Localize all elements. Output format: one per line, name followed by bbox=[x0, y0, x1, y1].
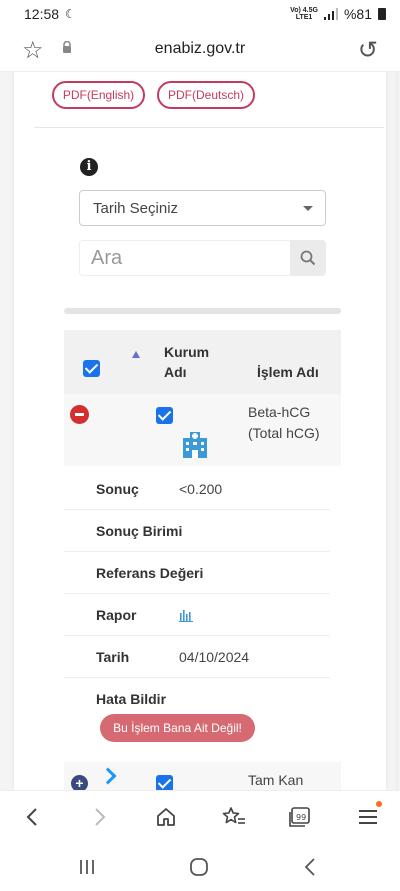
sonuc-label: Sonuç bbox=[96, 481, 139, 497]
not-mine-button[interactable]: Bu İşlem Bana Ait Değil! bbox=[100, 714, 255, 742]
signal-icon bbox=[323, 8, 338, 20]
chevron-left-icon bbox=[26, 808, 37, 826]
tabs-button[interactable]: 99 bbox=[286, 803, 314, 831]
sort-up-icon[interactable] bbox=[132, 351, 140, 358]
tarih-value: 04/10/2024 bbox=[179, 649, 250, 665]
row-name: Beta-hCG (Total hCG) bbox=[248, 404, 320, 441]
divider bbox=[34, 127, 384, 128]
pdf-deutsch-button[interactable]: PDF(Deutsch) bbox=[157, 81, 255, 109]
back-nav-icon[interactable] bbox=[303, 857, 317, 877]
detail-rapor: Rapor bbox=[64, 594, 330, 636]
hata-label: Hata Bildir bbox=[96, 691, 167, 707]
url-domain[interactable]: enabiz.gov.tr bbox=[0, 40, 400, 58]
menu-button[interactable] bbox=[354, 801, 382, 831]
detail-sonuc-birimi: Sonuç Birimi bbox=[64, 510, 330, 552]
battery-percent: %81 bbox=[343, 6, 372, 22]
table-row: + Tam Kan bbox=[64, 762, 341, 790]
caret-down-icon bbox=[303, 206, 313, 211]
header-islem[interactable]: İşlem Adı bbox=[257, 362, 319, 382]
row-checkbox[interactable] bbox=[156, 407, 173, 424]
page-content: PDF(English) PDF(Deutsch) i Tarih Seçini… bbox=[0, 72, 400, 790]
tarih-label: Tarih bbox=[96, 649, 130, 665]
chevron-right-icon bbox=[95, 808, 106, 826]
detail-sonuc: Sonuç <0.200 bbox=[64, 468, 330, 510]
tabs-icon: 99 bbox=[289, 807, 310, 827]
horizontal-scrollbar[interactable] bbox=[64, 308, 341, 314]
search-button[interactable] bbox=[290, 240, 326, 276]
moon-icon: ☾ bbox=[65, 7, 76, 21]
home-button[interactable] bbox=[152, 803, 180, 831]
svg-text:99: 99 bbox=[296, 813, 306, 822]
hamburger-menu-icon bbox=[359, 810, 377, 824]
status-time: 12:58 bbox=[24, 6, 60, 22]
home-icon bbox=[157, 808, 175, 826]
system-navigation-bar bbox=[0, 842, 400, 891]
star-list-icon bbox=[222, 807, 245, 824]
row-checkbox[interactable] bbox=[156, 775, 173, 790]
referans-label: Referans Değeri bbox=[96, 565, 204, 581]
collapse-row-icon[interactable] bbox=[70, 405, 89, 424]
status-right: Vo) 4.5G LTE1 %81 bbox=[290, 6, 386, 22]
table-header: Kurum Adı İşlem Adı bbox=[64, 330, 341, 394]
search-icon bbox=[300, 250, 316, 266]
table-row: Beta-hCG (Total hCG) bbox=[64, 394, 341, 466]
scrollbar[interactable] bbox=[395, 72, 399, 790]
date-select-value: Tarih Seçiniz bbox=[93, 199, 179, 217]
detail-tarih: Tarih 04/10/2024 bbox=[64, 636, 330, 678]
recent-apps-icon[interactable] bbox=[78, 858, 96, 876]
network-indicator: Vo) 4.5G LTE1 bbox=[290, 7, 318, 21]
expand-row-icon[interactable]: + bbox=[71, 775, 88, 790]
reload-icon[interactable]: ↺ bbox=[358, 36, 378, 65]
url-bar: ☆ enabiz.gov.tr ↺ bbox=[0, 28, 400, 72]
forward-button[interactable] bbox=[86, 803, 114, 831]
chevron-right-icon[interactable] bbox=[99, 767, 117, 785]
bookmarks-button[interactable] bbox=[220, 803, 248, 831]
bar-chart-icon[interactable] bbox=[179, 608, 193, 622]
rapor-label: Rapor bbox=[96, 607, 137, 623]
status-bar: 12:58 ☾ Vo) 4.5G LTE1 %81 bbox=[0, 0, 400, 28]
browser-toolbar: 99 bbox=[0, 790, 400, 842]
birim-label: Sonuç Birimi bbox=[96, 523, 183, 539]
hospital-icon bbox=[183, 432, 207, 458]
back-button[interactable] bbox=[18, 803, 46, 831]
select-all-checkbox[interactable] bbox=[83, 360, 100, 377]
home-circle-icon[interactable] bbox=[189, 857, 209, 877]
header-kurum[interactable]: Kurum Adı bbox=[164, 342, 209, 382]
info-icon[interactable]: i bbox=[80, 158, 98, 176]
pdf-english-button[interactable]: PDF(English) bbox=[52, 81, 145, 109]
battery-icon bbox=[378, 8, 386, 20]
detail-referans: Referans Değeri bbox=[64, 552, 330, 594]
search-input[interactable]: Ara bbox=[79, 240, 291, 276]
date-select[interactable]: Tarih Seçiniz bbox=[79, 190, 326, 226]
row-name: Tam Kan bbox=[248, 772, 304, 788]
sonuc-value: <0.200 bbox=[179, 481, 223, 497]
notification-dot bbox=[376, 801, 382, 807]
